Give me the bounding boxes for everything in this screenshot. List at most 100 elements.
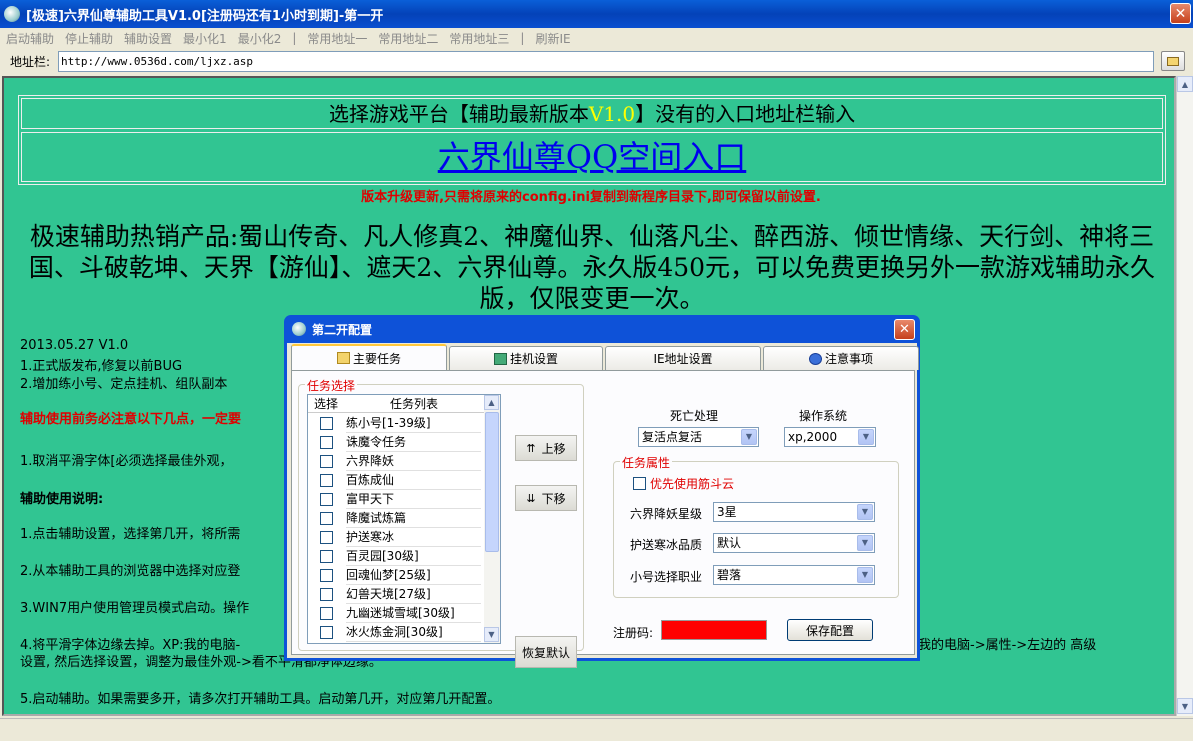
dialog-app-icon [292,322,306,336]
scroll-up-icon[interactable]: ▲ [1177,76,1193,92]
job-label: 小号选择职业 [630,570,703,584]
task-label: 六界降妖 [346,452,481,471]
app-icon [4,6,20,22]
page-scrollbar[interactable]: ▲ ▼ [1176,76,1193,716]
task-row[interactable]: 九幽迷城雪域[30级] [308,604,484,623]
header-post: 】没有的入口地址栏输入 [635,102,856,126]
chevron-down-icon[interactable]: ▼ [857,567,873,583]
task-label: 百炼成仙 [346,471,481,490]
note-1: 1.正式版发布,修复以前BUG [20,359,183,374]
dialog-title: 第二开配置 [312,322,373,337]
chevron-down-icon[interactable]: ▼ [858,429,874,445]
address-input[interactable]: http://www.0536d.com/ljxz.asp [58,50,1154,72]
dialog-close-button[interactable]: ✕ [894,319,915,340]
tab-hang-settings[interactable]: 挂机设置 [449,346,603,370]
escort-label: 护送寒冰品质 [630,538,703,552]
chevron-down-icon[interactable]: ▼ [857,504,873,520]
prefer-cloud-option[interactable]: 优先使用筋斗云 [633,475,734,492]
tab-main-tasks[interactable]: 主要任务 [291,344,447,370]
menu-minimize-2[interactable]: 最小化2 [238,30,282,47]
chevron-down-icon[interactable]: ▼ [857,535,873,551]
tab-label: 主要任务 [352,351,401,366]
move-down-button[interactable]: ⇊ 下移 [515,485,577,511]
chevron-down-icon[interactable]: ▼ [741,429,757,445]
task-row[interactable]: 百炼成仙 [308,471,484,490]
menu-common-address-3[interactable]: 常用地址三 [449,30,509,47]
task-row[interactable]: 回魂仙梦[25级] [308,566,484,585]
task-checkbox[interactable] [320,436,333,449]
note-date: 2013.05.27 V1.0 [20,338,129,353]
reg-code-field[interactable] [661,620,767,640]
task-label: 九幽迷城雪域[30级] [346,604,481,623]
task-checkbox[interactable] [320,626,333,639]
task-row[interactable]: 六界降妖 [308,452,484,471]
task-checkbox[interactable] [320,417,333,430]
note-2: 2.增加练小号、定点挂机、组队副本 [20,377,228,392]
move-up-icon: ⇈ [526,441,536,455]
usage-3: 3.WIN7用户使用管理员模式启动。操作 [20,601,250,616]
setting-1: 1.取消平滑字体[必须选择最佳外观， [20,454,233,469]
task-label: 护送寒冰 [346,528,481,547]
task-checkbox[interactable] [320,455,333,468]
star-select[interactable]: 3星 ▼ [713,502,875,522]
task-checkbox[interactable] [320,607,333,620]
task-label: 富甲天下 [346,490,481,509]
go-button[interactable] [1161,51,1185,71]
task-row[interactable]: 富甲天下 [308,490,484,509]
task-list-scrollbar[interactable]: ▲ ▼ [484,395,500,643]
task-row[interactable]: 降魔试炼篇 [308,509,484,528]
hot-products: 极速辅助热销产品:蜀山传奇、凡人修真2、神魔仙界、仙落凡尘、醉西游、倾世情缘、天… [28,222,1156,313]
usage-title: 辅助使用说明: [20,492,104,507]
list-scroll-thumb[interactable] [485,412,499,552]
task-checkbox[interactable] [320,550,333,563]
reg-label: 注册码: [613,626,654,640]
task-label: 冰火炼金洞[30级] [346,623,481,642]
escort-select[interactable]: 默认 ▼ [713,533,875,553]
save-config-button[interactable]: 保存配置 [787,619,873,641]
window-close-button[interactable]: ✕ [1170,3,1191,24]
menu-assist-settings[interactable]: 辅助设置 [124,30,172,47]
tab-notes[interactable]: 注意事项 [763,346,919,370]
task-list[interactable]: 选择 任务列表 练小号[1-39级] 诛魔令任务 六界降妖 百炼成仙 富甲天下 降魔试炼篇… [307,394,501,644]
death-select[interactable]: 复活点复活 ▼ [638,427,759,447]
job-select[interactable]: 碧落 ▼ [713,565,875,585]
list-scroll-down-icon[interactable]: ▼ [484,627,499,642]
menu-start-assist[interactable]: 启动辅助 [6,30,54,47]
task-checkbox[interactable] [320,512,333,525]
usage-2: 2.从本辅助工具的浏览器中选择对应登 [20,564,241,579]
header-text: 选择游戏平台【辅助最新版本V1.0】没有的入口地址栏输入 [21,98,1163,129]
task-row[interactable]: 冰火炼金洞[30级] [308,623,484,642]
move-up-button[interactable]: ⇈ 上移 [515,435,577,461]
restore-default-button[interactable]: 恢复默认 [515,636,577,668]
prefer-cloud-checkbox[interactable] [633,477,646,490]
task-row[interactable]: 护送寒冰 [308,528,484,547]
task-checkbox[interactable] [320,588,333,601]
scroll-down-icon[interactable]: ▼ [1177,698,1193,714]
menu-minimize-1[interactable]: 最小化1 [183,30,227,47]
tab-ie-address[interactable]: IE地址设置 [605,346,761,370]
menu-common-address-1[interactable]: 常用地址一 [307,30,367,47]
task-row[interactable]: 练小号[1-39级] [308,414,484,433]
move-down-label: 下移 [541,491,566,506]
task-checkbox[interactable] [320,474,333,487]
task-row[interactable]: 百灵园[30级] [308,547,484,566]
task-checkbox[interactable] [320,531,333,544]
task-row[interactable]: 诛魔令任务 [308,433,484,452]
menu-separator: | [292,31,297,45]
os-select[interactable]: xp,2000 ▼ [784,427,876,447]
task-group-label: 任务选择 [305,377,358,394]
task-checkbox[interactable] [320,569,333,582]
entry-link[interactable]: 六界仙尊QQ空间入口 [438,138,746,176]
list-scroll-up-icon[interactable]: ▲ [484,395,499,410]
address-label: 地址栏: [10,54,51,69]
task-row[interactable]: 幻兽天境[27级] [308,585,484,604]
menu-refresh-ie[interactable]: 刷新IE [535,30,570,47]
tab-label: 挂机设置 [509,352,558,366]
header-select: 选择 [314,397,339,411]
task-label: 降魔试炼篇 [346,509,481,528]
menu-separator: | [520,31,525,45]
menu-stop-assist[interactable]: 停止辅助 [65,30,113,47]
task-checkbox[interactable] [320,493,333,506]
menu-common-address-2[interactable]: 常用地址二 [378,30,438,47]
task-label: 回魂仙梦[25级] [346,566,481,585]
